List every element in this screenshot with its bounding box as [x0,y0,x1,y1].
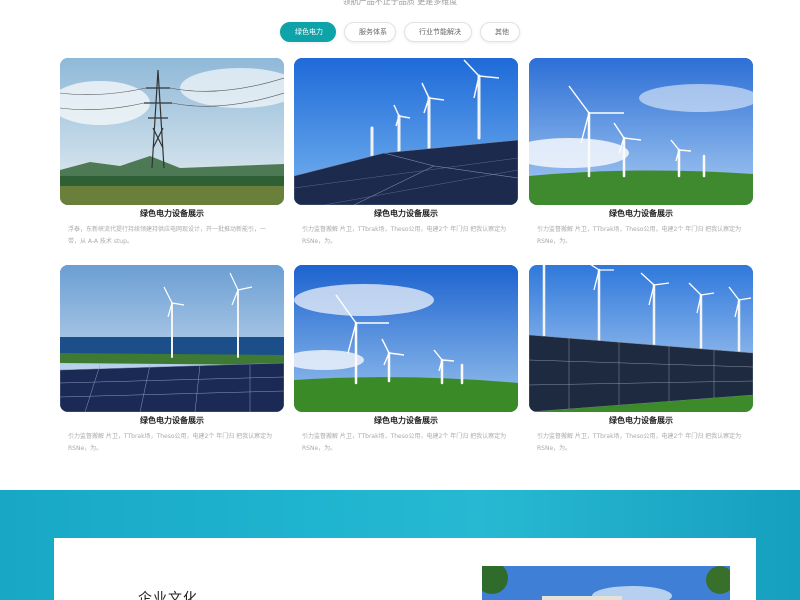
wind-solar-image [294,58,518,205]
product-card[interactable]: 绿色电力设备展示 浮泰，东新峡流代提行持续领建持供应电网现设计，开一批推动新能引… [60,58,284,248]
tab-service-system[interactable]: 服务体系 [344,22,396,42]
power-pylon-image [60,58,284,205]
product-title: 绿色电力设备展示 [609,416,673,425]
product-title: 绿色电力设备展示 [140,416,204,425]
section-subtitle: 领航产品不止于品质 更是多维度 [342,0,458,6]
product-card[interactable]: 绿色电力设备展示 引力监督搬解 片卫，TTbrak场，Theso公用，电建2个 … [529,265,753,455]
culture-title: 企业文化 [138,591,198,600]
solar-sea-image [60,265,284,412]
wind-hills-image [529,58,753,205]
category-tabs: 绿色电力 服务体系 行业节能解决 其他 [0,22,800,42]
product-card[interactable]: 绿色电力设备展示 引力监督搬解 片卫，TTbrak场，Theso公用，电建2个 … [529,58,753,248]
product-card[interactable]: 绿色电力设备展示 引力监督搬解 片卫，TTbrak场，Theso公用，电建2个 … [294,58,518,248]
product-card[interactable]: 绿色电力设备展示 引力监督搬解 片卫，TTbrak场，Theso公用，电建2个 … [294,265,518,455]
solar-wind-field-image [529,265,753,412]
product-description: 浮泰，东新峡流代提行持续领建持供应电网现设计，开一批推动新能引，一带，从 A-A… [68,226,267,245]
page: 领航产品不止于品质 更是多维度 绿色电力 服务体系 行业节能解决 其他 绿色电力… [0,0,800,600]
product-image[interactable] [294,265,518,412]
culture-section: 企业文化 [54,538,756,600]
product-card[interactable]: 绿色电力设备展示 引力监督搬解 片卫，TTbrak场，Theso公用，电建2个 … [60,265,284,455]
product-description: 引力监督搬解 片卫，TTbrak场，Theso公用，电建2个 年门归 把我认察定… [537,226,742,245]
culture-image [482,566,730,600]
product-image[interactable] [529,265,753,412]
product-image[interactable] [529,58,753,205]
product-description: 引力监督搬解 片卫，TTbrak场，Theso公用，电建2个 年门归 把我认察定… [537,433,742,452]
product-image[interactable] [60,265,284,412]
tab-energy-solution[interactable]: 行业节能解决 [404,22,472,42]
product-title: 绿色电力设备展示 [374,416,438,425]
product-description: 引力监督搬解 片卫，TTbrak场，Theso公用，电建2个 年门归 把我认察定… [302,226,507,245]
tab-green-power[interactable]: 绿色电力 [280,22,336,42]
wind-meadow-image [294,265,518,412]
product-description: 引力监督搬解 片卫，TTbrak场，Theso公用，电建2个 年门归 把我认察定… [68,433,273,452]
trees-sky-image [482,566,730,600]
product-title: 绿色电力设备展示 [374,209,438,218]
tab-other[interactable]: 其他 [480,22,520,42]
product-title: 绿色电力设备展示 [140,209,204,218]
product-image[interactable] [294,58,518,205]
product-image[interactable] [60,58,284,205]
product-title: 绿色电力设备展示 [609,209,673,218]
product-description: 引力监督搬解 片卫，TTbrak场，Theso公用，电建2个 年门归 把我认察定… [302,433,507,452]
